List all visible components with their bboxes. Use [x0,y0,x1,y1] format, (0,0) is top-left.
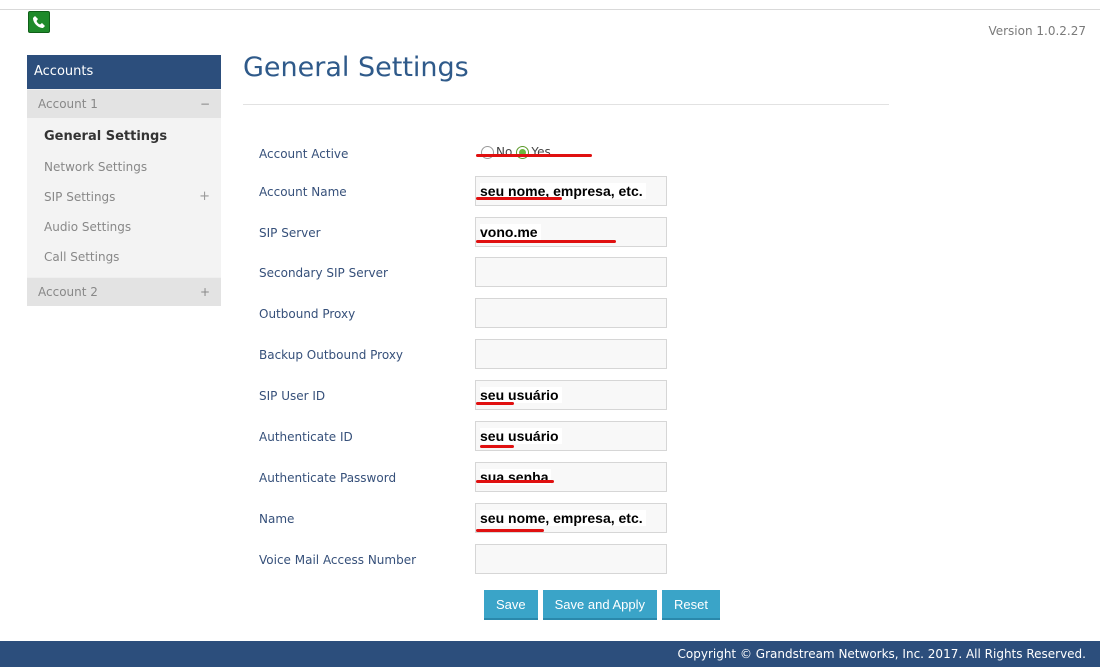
account-name-label: Account Name [259,185,347,199]
version-label: Version 1.0.2.27 [988,24,1086,38]
title-divider [243,104,889,105]
secondary-sip-server-input[interactable] [475,257,667,287]
field-value: seu nome, empresa, etc. [480,510,646,526]
sidebar-item-call-settings[interactable]: Call Settings [27,242,221,272]
sidebar-item-general-settings[interactable]: General Settings [27,122,221,152]
name-label: Name [259,512,295,526]
phone-logo-icon [28,11,50,33]
outbound-proxy-input[interactable] [475,298,667,328]
backup-outbound-proxy-label: Backup Outbound Proxy [259,348,404,362]
annotation-underline [476,154,592,157]
voice-mail-access-number-input[interactable] [475,544,667,574]
annotation-underline [476,529,544,532]
annotation-underline [480,445,514,448]
backup-outbound-proxy-input[interactable] [475,339,667,369]
action-buttons: Save Save and Apply Reset [484,590,720,620]
account-name-row: Account Name seu nome, empresa, etc. [259,176,679,210]
authenticate-password-input[interactable]: sua senha [475,462,667,492]
collapse-icon[interactable]: − [200,90,210,119]
sidebar-item-label: SIP Settings [44,190,116,204]
secondary-sip-server-row: Secondary SIP Server [259,257,679,291]
reset-button[interactable]: Reset [662,590,720,620]
outbound-proxy-label: Outbound Proxy [259,307,356,321]
save-and-apply-button[interactable]: Save and Apply [542,590,657,620]
name-row: Name seu nome, empresa, etc. [259,503,679,537]
sidebar-item-account-1[interactable]: Account 1 − [27,89,221,118]
authenticate-id-label: Authenticate ID [259,430,353,444]
authenticate-password-label: Authenticate Password [259,471,397,485]
voice-mail-access-number-row: Voice Mail Access Number [259,544,679,578]
expand-icon[interactable]: + [199,182,210,212]
sip-user-id-input[interactable]: seu usuário [475,380,667,410]
annotation-underline [476,480,554,483]
sidebar-heading: Accounts [27,55,221,89]
authenticate-id-row: Authenticate ID seu usuário [259,421,679,455]
sidebar: Accounts Account 1 − General Settings Ne… [27,55,221,306]
sip-server-row: SIP Server vono.me [259,217,679,251]
account-1-submenu: General Settings Network Settings SIP Se… [27,118,221,277]
outbound-proxy-row: Outbound Proxy [259,298,679,332]
annotation-underline [476,240,616,243]
save-button[interactable]: Save [484,590,538,620]
sidebar-item-label: Account 2 [38,285,98,299]
authenticate-password-row: Authenticate Password sua senha [259,462,679,496]
voice-mail-access-number-label: Voice Mail Access Number [259,553,417,567]
top-divider [0,9,1100,10]
annotation-underline [476,197,562,200]
field-value: vono.me [480,224,541,240]
sidebar-item-audio-settings[interactable]: Audio Settings [27,212,221,242]
footer-copyright: Copyright © Grandstream Networks, Inc. 2… [0,641,1100,667]
sip-server-label: SIP Server [259,226,321,240]
sip-user-id-row: SIP User ID seu usuário [259,380,679,414]
account-name-input[interactable]: seu nome, empresa, etc. [475,176,667,206]
backup-outbound-proxy-row: Backup Outbound Proxy [259,339,679,373]
account-active-row: Account Active No Yes [259,138,679,172]
field-value: seu usuário [480,387,562,403]
sip-user-id-label: SIP User ID [259,389,326,403]
sidebar-item-account-2[interactable]: Account 2 + [27,277,221,306]
field-value: seu usuário [480,428,562,444]
expand-icon[interactable]: + [200,278,210,307]
sidebar-item-sip-settings[interactable]: SIP Settings + [27,182,221,212]
page-title: General Settings [243,52,469,83]
sidebar-item-network-settings[interactable]: Network Settings [27,152,221,182]
annotation-underline [476,402,514,405]
secondary-sip-server-label: Secondary SIP Server [259,266,388,280]
sidebar-item-label: Account 1 [38,97,98,111]
account-active-label: Account Active [259,147,349,161]
